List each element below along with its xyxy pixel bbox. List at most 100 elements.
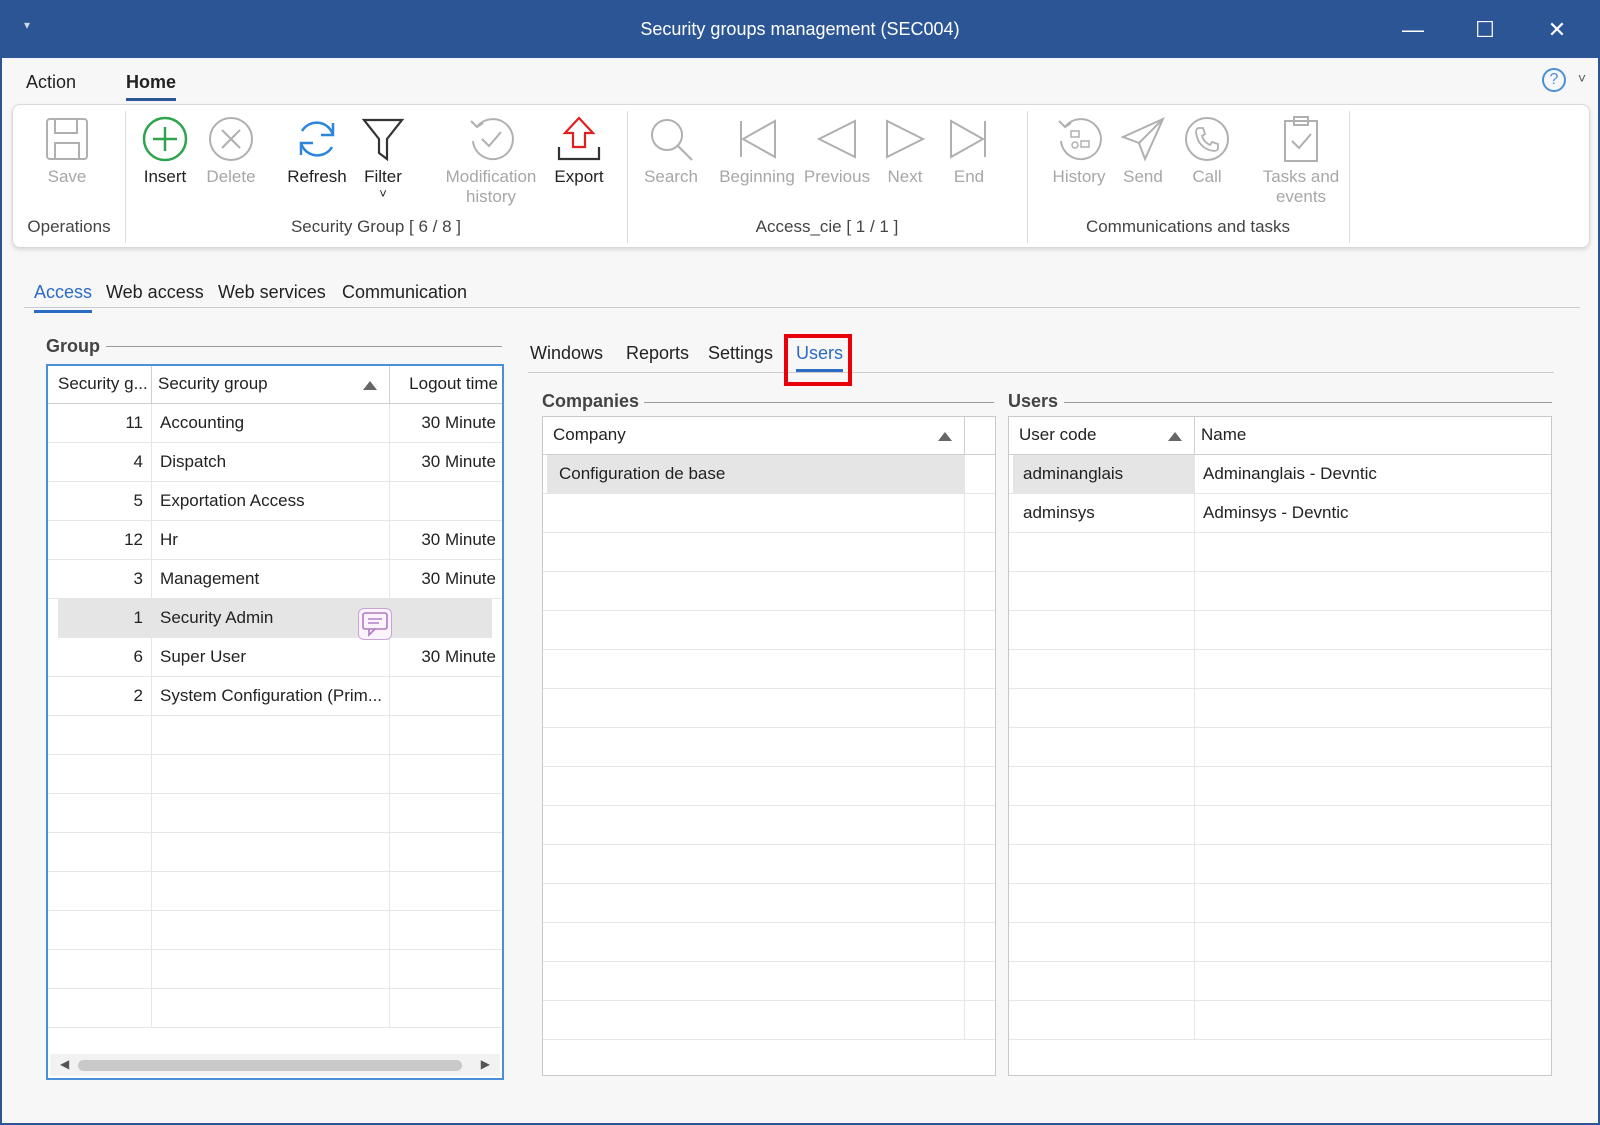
menu-home[interactable]: Home [126, 72, 177, 101]
cell-filler [965, 455, 995, 494]
companies-grid[interactable]: Company Configuration de base [542, 416, 996, 1076]
table-row[interactable] [543, 494, 995, 533]
table-row[interactable] [48, 755, 502, 794]
table-row[interactable] [1009, 1001, 1551, 1040]
table-row[interactable] [1009, 650, 1551, 689]
table-row[interactable] [543, 689, 995, 728]
refresh-button[interactable]: Refresh [283, 115, 351, 187]
scroll-right-icon[interactable]: ▶ [481, 1057, 490, 1071]
table-row[interactable] [1009, 962, 1551, 1001]
previous-button[interactable]: Previous [799, 115, 875, 187]
delete-button[interactable]: Delete [201, 115, 261, 187]
table-row[interactable] [543, 923, 995, 962]
comment-icon[interactable] [358, 608, 392, 640]
cell-security-id: 12 [52, 521, 152, 560]
menu-action[interactable]: Action [26, 72, 76, 93]
table-row[interactable] [543, 533, 995, 572]
ribbon: Save Insert Delete Refresh Filter ˅ Modi… [12, 104, 1590, 248]
insert-button[interactable]: Insert [137, 115, 193, 187]
column-header-user-code[interactable]: User code [1013, 417, 1195, 455]
next-button[interactable]: Next [879, 115, 931, 187]
filter-chevron-icon[interactable]: ˅ [357, 187, 409, 201]
help-chevron-icon[interactable]: ˅ [1578, 70, 1586, 86]
table-row[interactable] [48, 794, 502, 833]
column-header-company[interactable]: Company [547, 417, 965, 455]
table-row[interactable] [1009, 884, 1551, 923]
table-row[interactable] [1009, 845, 1551, 884]
filter-button[interactable]: Filter ˅ [357, 115, 409, 201]
table-row[interactable] [543, 611, 995, 650]
help-icon[interactable]: ? [1542, 68, 1566, 92]
minimize-button[interactable]: — [1390, 12, 1436, 48]
table-row[interactable] [543, 962, 995, 1001]
subtab-settings[interactable]: Settings [708, 343, 773, 364]
subtab-reports[interactable]: Reports [626, 343, 689, 364]
export-button[interactable]: Export [547, 115, 611, 187]
table-row[interactable]: 1 Security Admin [58, 599, 492, 638]
table-row[interactable] [1009, 806, 1551, 845]
save-button[interactable]: Save [37, 115, 97, 187]
cell-security-group: Security Admin [152, 599, 390, 638]
table-row[interactable]: 12 Hr 30 Minute [48, 521, 502, 560]
table-row[interactable] [48, 989, 502, 1028]
table-row[interactable] [48, 833, 502, 872]
call-button[interactable]: Call [1181, 115, 1233, 187]
table-row[interactable] [1009, 767, 1551, 806]
table-row[interactable] [543, 806, 995, 845]
table-row[interactable] [1009, 572, 1551, 611]
scroll-thumb[interactable] [78, 1060, 462, 1071]
column-header-security-id[interactable]: Security g... [52, 366, 152, 404]
history-button[interactable]: History [1041, 115, 1117, 187]
subtab-windows[interactable]: Windows [530, 343, 603, 364]
table-row[interactable] [543, 884, 995, 923]
table-row[interactable] [1009, 611, 1551, 650]
maximize-button[interactable]: ☐ [1462, 12, 1508, 48]
close-button[interactable]: ✕ [1534, 12, 1580, 48]
column-header-logout-time[interactable]: Logout time [390, 366, 502, 404]
column-header-name[interactable]: Name [1195, 417, 1551, 455]
table-row[interactable]: adminsys Adminsys - Devntic [1009, 494, 1551, 533]
group-grid[interactable]: Security g... Security group Logout time… [46, 364, 504, 1080]
tab-web-access[interactable]: Web access [106, 282, 204, 303]
table-row[interactable] [1009, 923, 1551, 962]
scroll-left-icon[interactable]: ◀ [60, 1057, 69, 1071]
cell-user-name [1195, 923, 1551, 962]
beginning-button[interactable]: Beginning [715, 115, 799, 187]
table-row[interactable] [48, 950, 502, 989]
end-button[interactable]: End [943, 115, 995, 187]
table-row[interactable] [1009, 533, 1551, 572]
tab-web-services[interactable]: Web services [218, 282, 326, 303]
send-button[interactable]: Send [1117, 115, 1169, 187]
table-row[interactable] [543, 728, 995, 767]
table-row[interactable] [1009, 728, 1551, 767]
table-row[interactable] [543, 650, 995, 689]
table-row[interactable] [543, 767, 995, 806]
cell-security-group [152, 989, 390, 1028]
table-row[interactable] [48, 911, 502, 950]
table-row[interactable]: 11 Accounting 30 Minute [48, 404, 502, 443]
table-row[interactable]: 3 Management 30 Minute [48, 560, 502, 599]
horizontal-scrollbar[interactable]: ◀ ▶ [50, 1054, 500, 1076]
column-header-security-group[interactable]: Security group [152, 366, 390, 404]
tab-communication[interactable]: Communication [342, 282, 467, 303]
table-row[interactable] [543, 1001, 995, 1040]
modification-history-button[interactable]: Modification history [439, 115, 543, 207]
cell-user-name: Adminanglais - Devntic [1203, 464, 1377, 483]
tab-access[interactable]: Access [34, 282, 93, 313]
table-row[interactable]: 4 Dispatch 30 Minute [48, 443, 502, 482]
table-row[interactable]: Configuration de base [543, 455, 995, 494]
table-row[interactable]: 2 System Configuration (Prim... [48, 677, 502, 716]
filter-label: Filter [364, 167, 402, 186]
table-row[interactable] [48, 872, 502, 911]
table-row[interactable] [48, 716, 502, 755]
table-row[interactable] [543, 572, 995, 611]
table-row[interactable]: 5 Exportation Access [48, 482, 502, 521]
table-row[interactable] [543, 845, 995, 884]
table-row[interactable]: 6 Super User 30 Minute [48, 638, 502, 677]
table-row[interactable]: adminanglais Adminanglais - Devntic [1009, 455, 1551, 494]
search-button[interactable]: Search [635, 115, 707, 187]
cell-user-code [1013, 806, 1195, 845]
tasks-and-events-button[interactable]: Tasks and events [1257, 115, 1345, 207]
users-grid[interactable]: User code Name adminanglais Adminanglais … [1008, 416, 1552, 1076]
table-row[interactable] [1009, 689, 1551, 728]
